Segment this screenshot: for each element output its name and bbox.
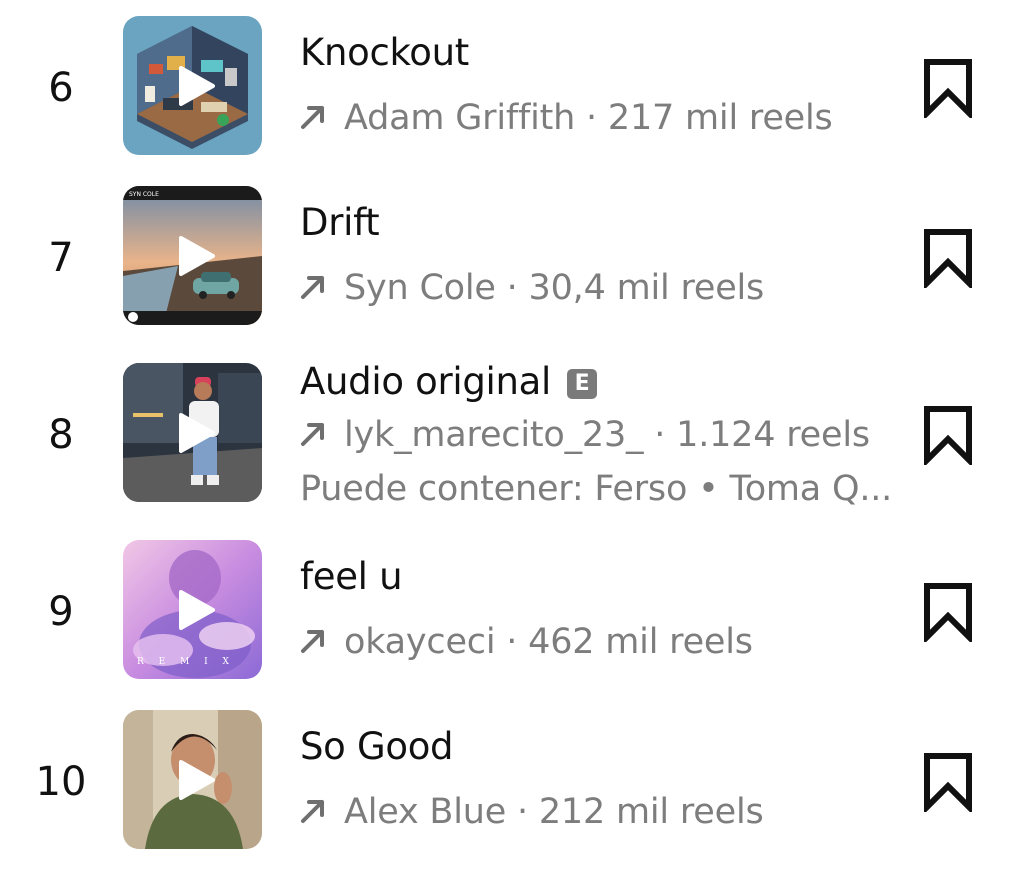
audio-title[interactable]: feel u — [300, 555, 403, 599]
may-contain-text: Puede contener: Ferso • Toma Q... — [300, 469, 893, 509]
audio-title[interactable]: Drift — [300, 201, 380, 245]
trending-arrow-icon — [301, 106, 324, 129]
rank-number: 8 — [48, 412, 74, 458]
reel-count: · 30,4 mil reels — [495, 268, 765, 308]
audio-meta: Alex Blue · 212 mil reels — [300, 790, 764, 834]
play-icon[interactable] — [175, 413, 215, 453]
trending-arrow-icon — [301, 800, 324, 823]
audio-row-7[interactable]: 7 SYN COLE Drift Syn Cole · 30,4 mil ree… — [0, 186, 1024, 326]
play-icon[interactable] — [175, 236, 215, 276]
reel-count: · 1.124 reels — [643, 415, 870, 455]
audio-title[interactable]: Knockout — [300, 31, 469, 75]
audio-meta: lyk_marecito_23_ · 1.124 reels — [300, 413, 870, 457]
explicit-badge: E — [567, 369, 598, 399]
audio-title[interactable]: Audio original E — [300, 360, 598, 404]
reel-count: · 462 mil reels — [495, 622, 753, 662]
play-icon[interactable] — [175, 66, 215, 106]
rank-number: 7 — [48, 235, 74, 281]
reel-count: · 212 mil reels — [506, 792, 764, 832]
audio-row-8[interactable]: 8 Audio original E lyk_marecito_23_ · 1.… — [0, 360, 1024, 509]
artwork-text: SYN COLE — [129, 191, 159, 198]
audio-thumbnail[interactable] — [123, 710, 262, 849]
trending-arrow-icon — [301, 276, 324, 299]
audio-title-text: Audio original — [300, 360, 552, 403]
trending-arrow-icon — [301, 423, 324, 446]
rank-number: 9 — [48, 589, 74, 635]
bookmark-icon[interactable] — [922, 752, 974, 812]
artist-name[interactable]: okayceci — [344, 622, 496, 662]
bookmark-icon[interactable] — [922, 58, 974, 118]
rank-number: 6 — [48, 65, 74, 111]
artwork-text: R E M I X — [137, 657, 235, 667]
play-icon[interactable] — [175, 590, 215, 630]
artist-name[interactable]: Alex Blue — [344, 792, 506, 832]
bookmark-icon[interactable] — [922, 582, 974, 642]
rank-number: 10 — [35, 759, 87, 805]
artist-name[interactable]: lyk_marecito_23_ — [344, 415, 644, 455]
artist-name[interactable]: Adam Griffith — [344, 98, 575, 138]
audio-row-6[interactable]: 6 Knockout Adam Griffith · 217 mil reels — [0, 16, 1024, 156]
audio-meta: Adam Griffith · 217 mil reels — [300, 96, 833, 140]
audio-row-9[interactable]: 9 R E M I X feel u okayceci · 462 mil re… — [0, 540, 1024, 680]
reel-count: · 217 mil reels — [575, 98, 833, 138]
audio-title[interactable]: So Good — [300, 725, 454, 769]
audio-meta: okayceci · 462 mil reels — [300, 620, 753, 664]
audio-thumbnail[interactable]: SYN COLE — [123, 186, 262, 325]
bookmark-icon[interactable] — [922, 405, 974, 465]
trending-arrow-icon — [301, 630, 324, 653]
play-icon[interactable] — [175, 760, 215, 800]
audio-thumbnail[interactable] — [123, 363, 262, 502]
audio-thumbnail[interactable]: R E M I X — [123, 540, 262, 679]
audio-thumbnail[interactable] — [123, 16, 262, 155]
artist-name[interactable]: Syn Cole — [344, 268, 496, 308]
bookmark-icon[interactable] — [922, 228, 974, 288]
trending-audio-list: 6 Knockout Adam Griffith · 217 mil reels… — [0, 0, 1024, 870]
audio-meta: Syn Cole · 30,4 mil reels — [300, 266, 764, 310]
audio-row-10[interactable]: 10 So Good Alex Blue · 212 mil reels — [0, 710, 1024, 850]
